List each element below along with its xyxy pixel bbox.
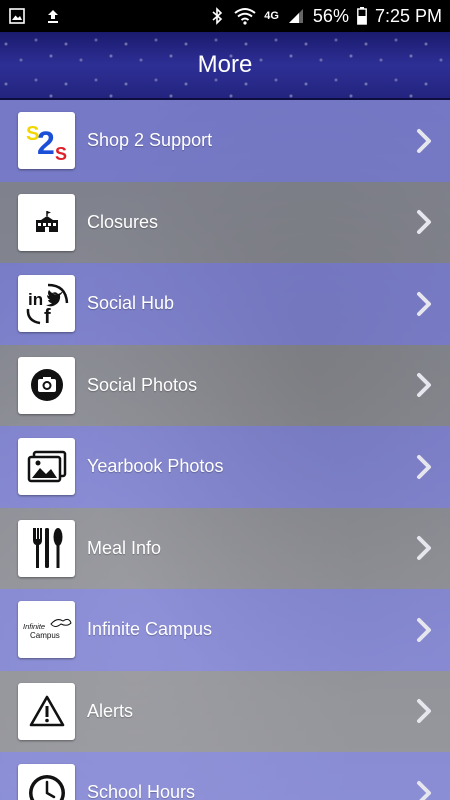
image-icon bbox=[8, 7, 26, 25]
menu-item-label: Shop 2 Support bbox=[87, 130, 213, 151]
chevron-right-icon bbox=[417, 291, 431, 316]
utensils-icon bbox=[18, 519, 75, 577]
page-header: More bbox=[0, 32, 450, 100]
warning-icon bbox=[18, 682, 75, 740]
menu-item-shop-2-support[interactable]: S 2 S Shop 2 Support bbox=[0, 100, 450, 182]
wifi-icon bbox=[234, 7, 256, 25]
s2s-logo-icon: S 2 S bbox=[18, 112, 75, 170]
battery-icon bbox=[357, 7, 367, 25]
facebook-glyph: f bbox=[44, 306, 51, 328]
infinite-campus-line-1: Infinite bbox=[23, 622, 45, 631]
battery-percent: 56% bbox=[312, 5, 349, 26]
menu-item-closures[interactable]: Closures bbox=[0, 181, 450, 263]
menu-item-yearbook-photos[interactable]: Yearbook Photos bbox=[0, 426, 450, 508]
menu-item-label: Closures bbox=[87, 211, 159, 232]
chevron-right-icon bbox=[417, 617, 431, 642]
menu-item-label: Infinite Campus bbox=[87, 619, 213, 640]
menu-item-label: Meal Info bbox=[87, 537, 162, 558]
s2s-letter-3: S bbox=[55, 144, 67, 164]
page-title: More bbox=[197, 51, 253, 78]
more-menu-list: S 2 S Shop 2 Support Closures in f Socia… bbox=[0, 100, 450, 800]
bluetooth-icon bbox=[208, 7, 226, 25]
status-bar: 4G 56% 7:25 PM bbox=[0, 0, 450, 32]
s2s-letter-2: 2 bbox=[37, 125, 55, 161]
status-time: 7:25 PM bbox=[374, 5, 442, 26]
infinite-campus-logo-icon: Infinite Campus bbox=[18, 601, 75, 659]
chevron-right-icon bbox=[417, 699, 431, 724]
menu-item-social-hub[interactable]: in f Social Hub bbox=[0, 263, 450, 345]
chevron-right-icon bbox=[417, 454, 431, 479]
menu-item-label: Social Hub bbox=[87, 293, 175, 314]
chevron-right-icon bbox=[417, 373, 431, 398]
photo-gallery-icon bbox=[18, 438, 75, 496]
network-type-label: 4G bbox=[264, 10, 279, 22]
menu-item-label: Yearbook Photos bbox=[87, 456, 224, 477]
linkedin-glyph: in bbox=[28, 290, 43, 309]
menu-item-meal-info[interactable]: Meal Info bbox=[0, 507, 450, 589]
menu-item-school-hours[interactable]: School Hours bbox=[0, 752, 450, 800]
clock-icon bbox=[18, 764, 75, 800]
menu-item-infinite-campus[interactable]: Infinite Campus Infinite Campus bbox=[0, 589, 450, 671]
menu-item-alerts[interactable]: Alerts bbox=[0, 670, 450, 752]
signal-icon bbox=[287, 7, 305, 25]
social-hub-icon: in f bbox=[18, 275, 75, 333]
school-building-icon bbox=[18, 193, 75, 251]
menu-item-label: School Hours bbox=[87, 782, 196, 800]
menu-item-label: Social Photos bbox=[87, 374, 198, 395]
infinite-campus-line-2: Campus bbox=[30, 631, 60, 640]
chevron-right-icon bbox=[417, 128, 431, 153]
chevron-right-icon bbox=[417, 780, 431, 800]
chevron-right-icon bbox=[417, 210, 431, 235]
camera-icon bbox=[18, 356, 75, 414]
chevron-right-icon bbox=[417, 536, 431, 561]
upload-icon bbox=[44, 7, 62, 25]
menu-item-label: Alerts bbox=[87, 700, 134, 721]
menu-item-social-photos[interactable]: Social Photos bbox=[0, 344, 450, 426]
